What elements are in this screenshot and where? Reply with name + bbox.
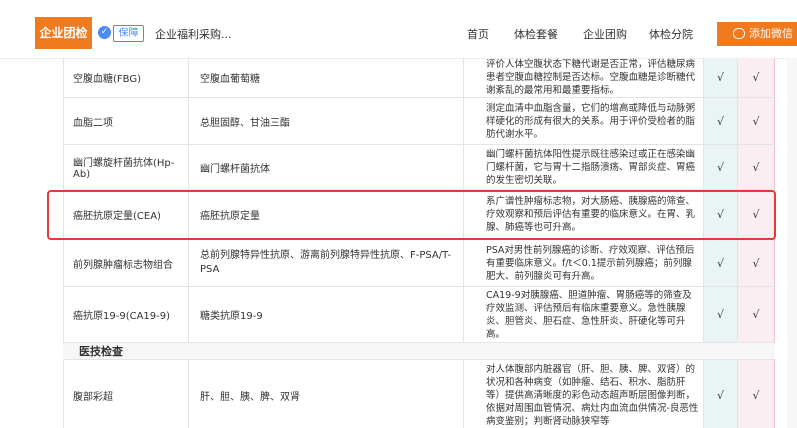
table-row: 腹部彩超 肝、胆、胰、脾、双肾 对人体腹部内脏器官（肝、胆、胰、脾、双肾）的状况…: [63, 360, 775, 428]
brand-logo[interactable]: 企业团检: [35, 17, 92, 49]
item-content: 总胆固醇、甘油三酯: [189, 98, 464, 144]
page-scrollbar[interactable]: [787, 58, 797, 428]
item-description: CA19-9对胰腺癌、胆道肿瘤、胃肠癌等的筛查及疗效监测、评估预后有临床重要意义…: [464, 287, 704, 342]
table-row: 血脂二项 总胆固醇、甘油三酯 测定血清中血脂含量，它们的增高或降低与动脉粥样硬化…: [63, 98, 775, 145]
check-mark-col-a: √: [704, 240, 738, 286]
add-wechat-label: 添加微信: [749, 27, 793, 40]
item-content: 糖类抗原19-9: [189, 287, 464, 342]
item-content: 总前列腺特异性抗原、游离前列腺特异性抗原、F-PSA/T-PSA: [189, 240, 464, 286]
guarantee-badge: 保障: [113, 25, 144, 42]
check-mark-col-b: √: [738, 145, 775, 189]
table-row: 空腹血糖(FBG) 空腹血葡萄糖 评价人体空腹状态下糖代谢是否正常，评估糖尿病患…: [63, 58, 775, 98]
item-name: 前列腺肿瘤标志物组合: [63, 240, 189, 286]
nav-branches[interactable]: 体检分院: [649, 26, 693, 42]
check-mark-col-b: √: [738, 360, 775, 428]
table-row: 前列腺肿瘤标志物组合 总前列腺特异性抗原、游离前列腺特异性抗原、F-PSA/T-…: [63, 240, 775, 287]
check-mark-col-a: √: [704, 58, 738, 97]
section-header-imaging: 医技检查: [63, 343, 775, 360]
item-description: 对人体腹部内脏器官（肝、胆、胰、脾、双肾）的状况和各种病变（如肿瘤、结石、积水、…: [464, 360, 704, 428]
item-content: 幽门螺杆菌抗体: [189, 145, 464, 189]
check-mark-col-b: √: [738, 287, 775, 342]
check-mark-col-a: √: [704, 287, 738, 342]
highlight-box: [47, 190, 776, 240]
item-name: 幽门螺旋杆菌抗体(Hp-Ab): [63, 145, 189, 189]
item-description: PSA对男性前列腺癌的诊断、疗效观察、评估预后有重要临床意义。f/t＜0.1提示…: [464, 240, 704, 286]
table-row: 癌抗原19-9(CA19-9) 糖类抗原19-9 CA19-9对胰腺癌、胆道肿瘤…: [63, 287, 775, 343]
check-mark-col-a: √: [704, 360, 738, 428]
item-name: 空腹血糖(FBG): [63, 58, 189, 97]
table-row: 幽门螺旋杆菌抗体(Hp-Ab) 幽门螺杆菌抗体 幽门螺杆菌抗体阳性提示既往感染过…: [63, 145, 775, 190]
nav-packages[interactable]: 体检套餐: [514, 26, 558, 42]
item-content: 肝、胆、胰、脾、双肾: [189, 360, 464, 428]
check-mark-col-a: √: [704, 145, 738, 189]
welfare-link[interactable]: 企业福利采购...: [155, 26, 232, 42]
exam-items-table: 空腹血糖(FBG) 空腹血葡萄糖 评价人体空腹状态下糖代谢是否正常，评估糖尿病患…: [63, 58, 775, 428]
shield-check-icon: ✓: [98, 26, 111, 39]
top-header: 企业团检 ✓ 保障 企业福利采购... 首页 体检套餐 企业团购 体检分院 添加…: [0, 0, 797, 59]
item-description: 幽门螺杆菌抗体阳性提示既往感染过或正在感染幽门螺杆菌，它与胃十二指肠溃疡、胃部炎…: [464, 145, 704, 189]
item-name: 癌抗原19-9(CA19-9): [63, 287, 189, 342]
item-content: 空腹血葡萄糖: [189, 58, 464, 97]
item-description: 测定血清中血脂含量，它们的增高或降低与动脉粥样硬化的形成有很大的关系。用于评价受…: [464, 98, 704, 144]
item-name: 腹部彩超: [63, 360, 189, 428]
check-mark-col-b: √: [738, 240, 775, 286]
nav-group-buy[interactable]: 企业团购: [583, 26, 627, 42]
check-mark-col-a: √: [704, 98, 738, 144]
nav-home[interactable]: 首页: [467, 26, 489, 42]
chat-bubble-icon: [733, 28, 745, 39]
check-mark-col-b: √: [738, 98, 775, 144]
item-description: 评价人体空腹状态下糖代谢是否正常，评估糖尿病患者空腹血糖控制是否达标。空腹血糖是…: [464, 58, 704, 97]
item-name: 血脂二项: [63, 98, 189, 144]
add-wechat-button[interactable]: 添加微信: [717, 22, 797, 46]
check-mark-col-b: √: [738, 58, 775, 97]
